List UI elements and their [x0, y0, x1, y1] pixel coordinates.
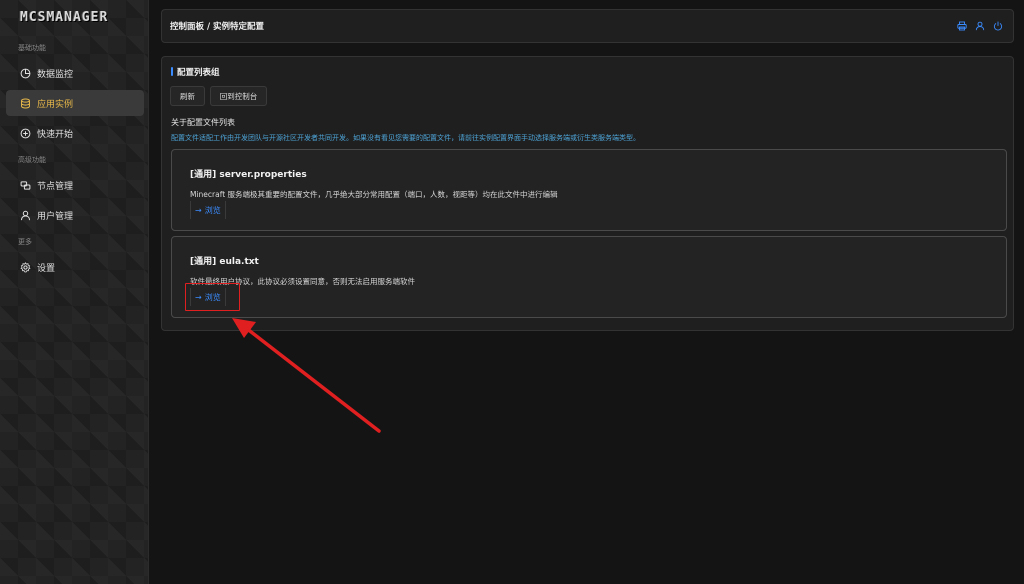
- sidebar-item-quickstart[interactable]: 快速开始: [6, 120, 144, 146]
- config-description: Minecraft 服务端极其重要的配置文件，几乎绝大部分常用配置（端口，人数，…: [190, 190, 558, 199]
- user-icon[interactable]: [975, 21, 985, 31]
- dashboard-icon: [20, 68, 31, 78]
- gear-icon: [20, 261, 31, 272]
- sidebar-item-label: 设置: [37, 263, 56, 274]
- power-icon[interactable]: [993, 21, 1003, 31]
- config-list-panel: 配置列表组 刷新 回到控制台 关于配置文件列表 配置文件适配工作由开发团队与开源…: [161, 56, 1014, 331]
- sidebar-item-instances[interactable]: 应用实例: [6, 90, 144, 116]
- app-logo[interactable]: MCSMANAGER: [20, 10, 128, 26]
- back-to-console-button[interactable]: 回到控制台: [210, 86, 267, 106]
- sidebar: MCSMANAGER 基础功能 数据监控 应用实例 快速开始 高级功能 节点管理…: [0, 0, 149, 584]
- sidebar-item-users[interactable]: 用户管理: [6, 202, 144, 228]
- user-icon: [20, 210, 31, 220]
- database-icon: [21, 98, 30, 108]
- config-title: [通用] eula.txt: [190, 257, 259, 267]
- sidebar-item-label: 快速开始: [37, 129, 74, 140]
- sidebar-item-nodes[interactable]: 节点管理: [6, 172, 144, 198]
- about-description: 配置文件适配工作由开发团队与开源社区开发者共同开发。如果没有看见您需要的配置文件…: [171, 134, 640, 142]
- annotation-highlight-box: [185, 283, 240, 311]
- nodes-icon: [20, 180, 31, 190]
- sidebar-item-label: 用户管理: [37, 211, 74, 222]
- sidebar-item-label: 节点管理: [37, 181, 74, 192]
- header-actions: [957, 21, 1003, 31]
- browse-label: 浏览: [204, 205, 221, 215]
- plus-circle-icon: [20, 128, 31, 138]
- section-title: 配置列表组: [171, 66, 220, 78]
- sidebar-item-label: 数据监控: [37, 69, 74, 80]
- config-title: [通用] server.properties: [190, 170, 307, 180]
- printer-icon[interactable]: [957, 21, 967, 31]
- sidebar-group-more: 更多: [18, 238, 32, 246]
- top-header: 控制面板 / 实例特定配置: [161, 9, 1014, 43]
- browse-button[interactable]: → 浏览: [190, 201, 226, 219]
- sidebar-group-basic: 基础功能: [18, 44, 46, 52]
- config-card-server-properties: [通用] server.properties Minecraft 服务端极其重要…: [171, 149, 1007, 231]
- sidebar-item-settings[interactable]: 设置: [6, 254, 144, 280]
- sidebar-item-dashboard[interactable]: 数据监控: [6, 60, 144, 86]
- sidebar-item-label: 应用实例: [37, 99, 74, 110]
- sidebar-group-advanced: 高级功能: [18, 156, 46, 164]
- refresh-button[interactable]: 刷新: [170, 86, 205, 106]
- about-title: 关于配置文件列表: [171, 118, 235, 127]
- breadcrumb: 控制面板 / 实例特定配置: [170, 22, 265, 32]
- arrow-right-icon: →: [195, 205, 202, 215]
- config-card-eula: [通用] eula.txt 软件最终用户协议，此协议必须设置同意，否则无法启用服…: [171, 236, 1007, 318]
